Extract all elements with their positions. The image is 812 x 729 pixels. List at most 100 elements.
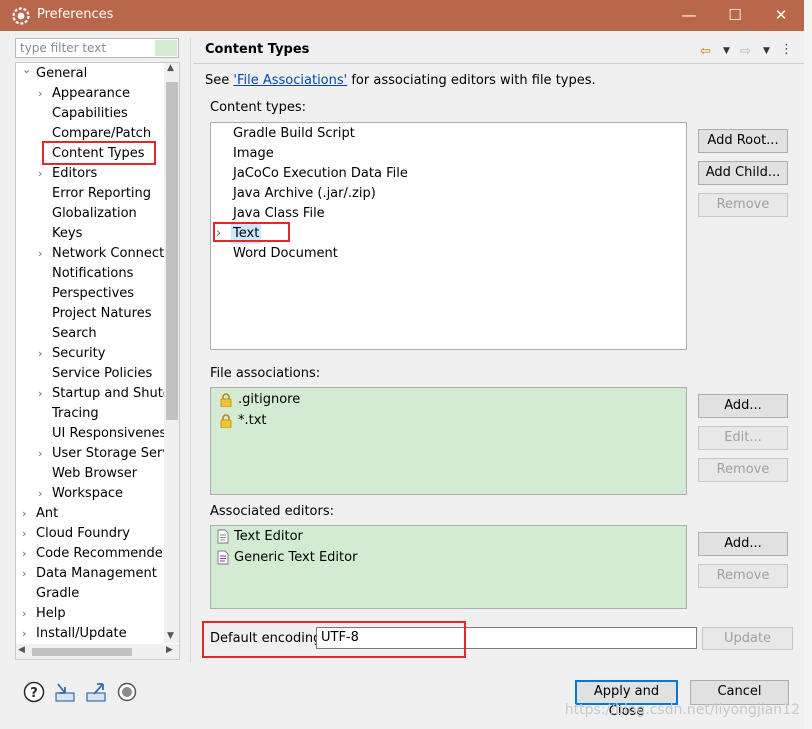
minimize-button[interactable]: —	[666, 0, 712, 31]
add-child-button[interactable]: Add Child...	[698, 161, 788, 185]
associated-editors-label: Associated editors:	[210, 504, 335, 519]
forward-menu-icon[interactable]: ▼	[763, 46, 770, 64]
expand-icon[interactable]: ›	[22, 544, 26, 564]
content-type-item[interactable]: Java Archive (.jar/.zip)	[233, 184, 376, 204]
tree-item-label: Appearance	[52, 86, 131, 101]
tree-item[interactable]: › Install/Update	[22, 624, 127, 644]
remove-editor-button[interactable]: Remove	[698, 564, 788, 588]
tree-item[interactable]: › Code Recommenders	[22, 544, 175, 564]
scroll-left-icon[interactable]: ◀	[18, 645, 25, 655]
tree-scroll-thumb[interactable]	[166, 82, 178, 420]
tree-item[interactable]: Error Reporting	[52, 184, 151, 204]
tree-hscroll-thumb[interactable]	[32, 648, 132, 656]
expand-icon[interactable]: ›	[22, 564, 26, 584]
tree-item[interactable]: › Editors	[38, 164, 97, 184]
content-type-item[interactable]: JaCoCo Execution Data File	[233, 164, 408, 184]
file-association-item[interactable]: *.txt	[220, 411, 267, 431]
page-header: Content Types ⇦ ▼ ⇨ ▼ ⋮	[193, 38, 804, 64]
tree-item-label: Project Natures	[52, 306, 152, 321]
file-association-item[interactable]: .gitignore	[220, 390, 300, 410]
content-type-item[interactable]: Word Document	[233, 244, 338, 264]
content-type-label: Java Archive (.jar/.zip)	[233, 186, 376, 201]
tree-item-label: UI Responsiveness	[52, 426, 174, 441]
remove-file-association-button[interactable]: Remove	[698, 458, 788, 482]
expand-icon[interactable]: ›	[38, 444, 42, 464]
update-button[interactable]: Update	[702, 627, 793, 650]
content-type-item[interactable]: Gradle Build Script	[233, 124, 355, 144]
tree-item[interactable]: › Appearance	[38, 84, 131, 104]
scroll-right-icon[interactable]: ▶	[166, 645, 173, 655]
expand-icon[interactable]: ›	[22, 624, 26, 644]
watermark: https://blog.csdn.net/liyongjian12	[564, 702, 800, 718]
tree-item[interactable]: Service Policies	[52, 364, 152, 384]
see-file-associations-text: See 'File Associations' for associating …	[205, 73, 596, 88]
tree-item-label: User Storage Servic	[52, 446, 180, 461]
editor-label: Generic Text Editor	[234, 550, 358, 565]
clear-filter-icon[interactable]	[155, 40, 177, 56]
tree-item[interactable]: › Ant	[22, 504, 58, 524]
file-association-label: *.txt	[238, 413, 267, 428]
expand-icon[interactable]: ›	[22, 524, 26, 544]
tree-item[interactable]: › Network Connectio	[38, 244, 176, 264]
expand-icon[interactable]: ›	[22, 604, 26, 624]
expand-icon[interactable]: ›	[22, 504, 26, 524]
tree-item[interactable]: Gradle	[36, 584, 79, 604]
tree-item[interactable]: › Workspace	[38, 484, 123, 504]
help-icon[interactable]: ?	[23, 681, 45, 703]
view-menu-icon[interactable]: ⋮	[780, 42, 793, 60]
editor-item[interactable]: Generic Text Editor	[217, 548, 358, 568]
tree-item[interactable]: › Help	[22, 604, 66, 624]
add-root-button[interactable]: Add Root...	[698, 129, 788, 153]
tree-item-label: General	[36, 66, 88, 81]
scroll-up-icon[interactable]: ▲	[167, 63, 174, 73]
edit-file-association-button[interactable]: Edit...	[698, 426, 788, 450]
tree-item[interactable]: › Security	[38, 344, 105, 364]
remove-content-type-button[interactable]: Remove	[698, 193, 788, 217]
record-icon[interactable]	[116, 681, 138, 703]
forward-arrow-icon[interactable]: ⇨	[740, 44, 751, 62]
window-title: Preferences	[37, 7, 114, 22]
tree-item[interactable]: Globalization	[52, 204, 137, 224]
tree-item[interactable]: Notifications	[52, 264, 133, 284]
tree-item[interactable]: Keys	[52, 224, 82, 244]
scroll-down-icon[interactable]: ▼	[167, 631, 174, 641]
tree-item[interactable]: Tracing	[52, 404, 99, 424]
associated-editors-list[interactable]: Text Editor Generic Text Editor	[210, 525, 687, 609]
export-icon[interactable]	[85, 681, 107, 703]
import-icon[interactable]	[54, 681, 76, 703]
close-button[interactable]: ✕	[758, 0, 804, 31]
expand-icon[interactable]: ›	[38, 484, 42, 504]
tree-item[interactable]: Perspectives	[52, 284, 134, 304]
expand-icon[interactable]: ›	[38, 344, 42, 364]
tree-item[interactable]: ⌄ General	[22, 63, 88, 84]
content-type-item[interactable]: Image	[233, 144, 274, 164]
tree-item[interactable]: Capabilities	[52, 104, 128, 124]
tree-item[interactable]: › User Storage Servic	[38, 444, 180, 464]
tree-item[interactable]: Search	[52, 324, 97, 344]
maximize-button[interactable]: ☐	[712, 0, 758, 31]
highlight-content-types	[42, 141, 156, 165]
tree-item[interactable]: › Startup and Shutdo	[38, 384, 179, 404]
text-file-icon	[217, 529, 229, 544]
expand-icon[interactable]: ›	[38, 84, 42, 104]
collapse-icon[interactable]: ⌄	[22, 63, 31, 80]
file-associations-list[interactable]: .gitignore *.txt	[210, 387, 687, 495]
expand-icon[interactable]: ›	[38, 164, 42, 184]
tree-item[interactable]: Web Browser	[52, 464, 137, 484]
back-arrow-icon[interactable]: ⇦	[700, 44, 711, 62]
expand-icon[interactable]: ›	[38, 384, 42, 404]
generic-editor-icon	[217, 550, 229, 565]
expand-icon[interactable]: ›	[38, 244, 42, 264]
content-type-item[interactable]: Java Class File	[233, 204, 325, 224]
add-file-association-button[interactable]: Add...	[698, 394, 788, 418]
filter-input[interactable]: type filter text	[15, 38, 179, 58]
editor-item[interactable]: Text Editor	[217, 527, 303, 547]
back-menu-icon[interactable]: ▼	[723, 46, 730, 64]
tree-item[interactable]: › Data Management	[22, 564, 157, 584]
tree-item[interactable]: UI Responsiveness	[52, 424, 173, 444]
file-associations-link[interactable]: 'File Associations'	[233, 73, 347, 88]
tree-item[interactable]: › Cloud Foundry	[22, 524, 130, 544]
add-editor-button[interactable]: Add...	[698, 532, 788, 556]
tree-item[interactable]: Project Natures	[52, 304, 151, 324]
page-title: Content Types	[205, 42, 310, 57]
